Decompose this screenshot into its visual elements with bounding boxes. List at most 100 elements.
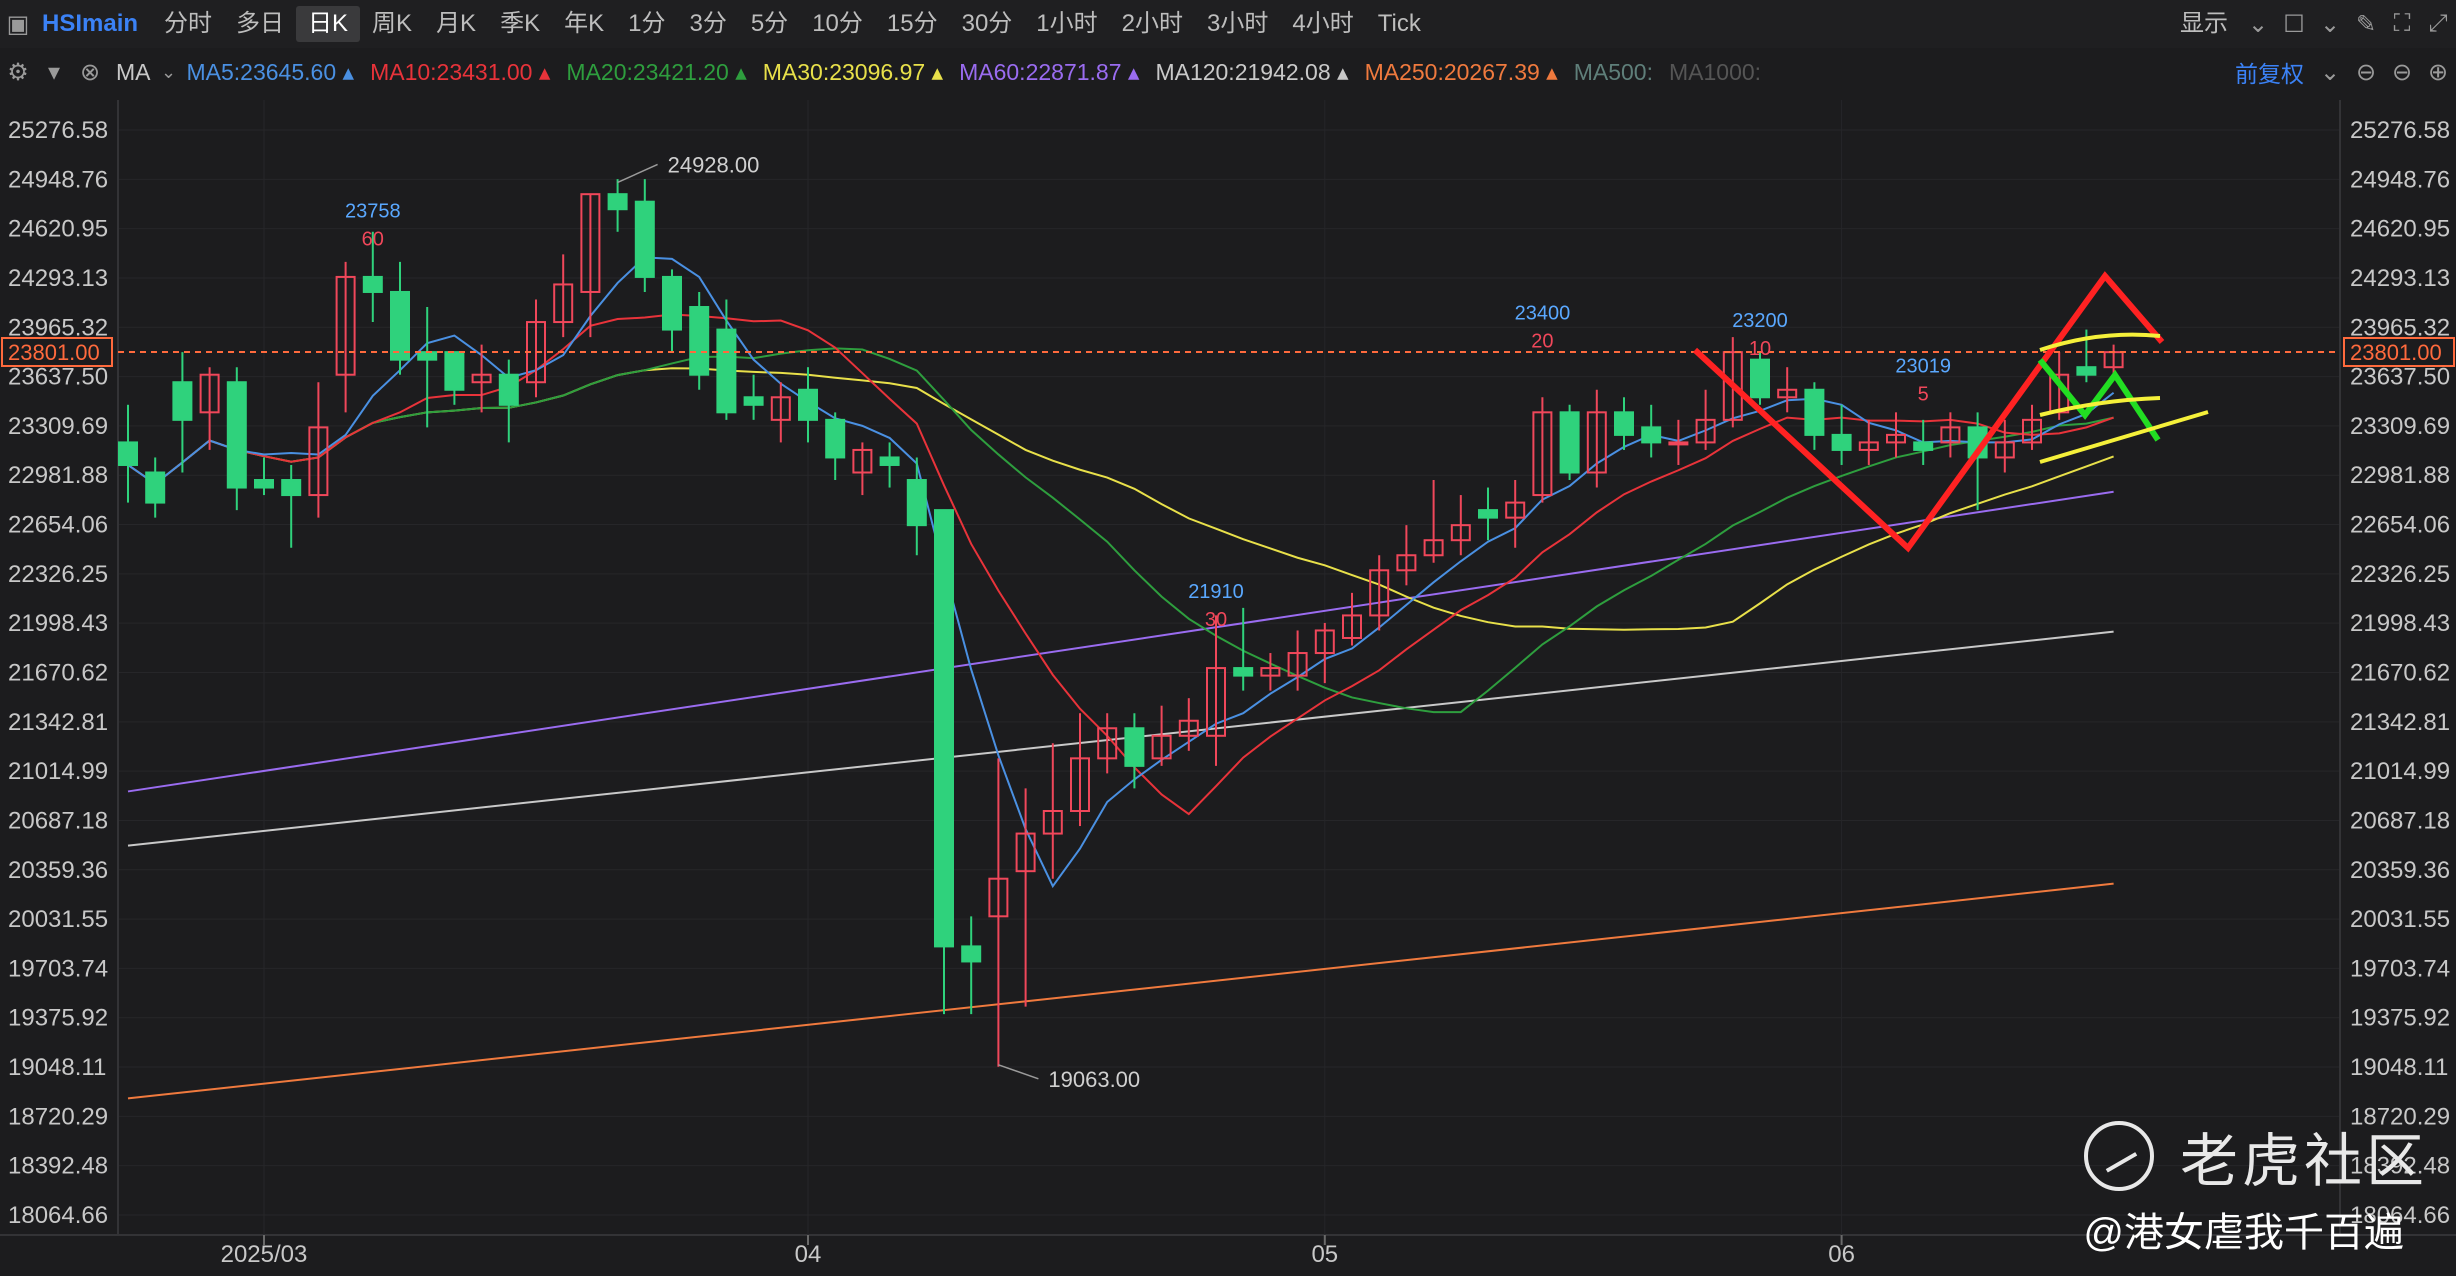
period-tab[interactable]: 4小时	[1280, 6, 1365, 42]
period-tab[interactable]: 1小时	[1024, 6, 1109, 42]
cycle-count-label: 10	[1749, 338, 1771, 360]
candle-body[interactable]	[1668, 441, 1689, 446]
y-tick-label-left: 23309.69	[8, 413, 108, 440]
period-tab[interactable]: 分时	[152, 6, 224, 42]
hide-icon[interactable]: ⊖	[2348, 58, 2384, 87]
indicator-bar: ⚙ ▾ ⊗ MA ⌄ MA5:23645.60 ▴ MA10:23431.00 ▴…	[0, 48, 2456, 96]
candle-body[interactable]	[662, 275, 682, 331]
candle-body[interactable]	[798, 388, 818, 421]
period-tab[interactable]: 2小时	[1110, 6, 1195, 42]
period-tab[interactable]: 周K	[360, 6, 424, 42]
ma-value: MA5:23645.60 ▴	[186, 58, 355, 85]
close-icon[interactable]: ⊗	[72, 58, 108, 87]
period-tab[interactable]: 3分	[677, 6, 738, 42]
candle-body[interactable]	[1614, 411, 1634, 436]
candle-body[interactable]	[390, 290, 410, 361]
period-tab[interactable]: 多日	[224, 6, 296, 42]
candle-body[interactable]	[362, 275, 383, 293]
candle-body[interactable]	[281, 479, 302, 497]
candle-body[interactable]	[1831, 433, 1852, 451]
candle-body[interactable]	[118, 441, 138, 466]
candle-body[interactable]	[634, 200, 655, 278]
period-tab[interactable]: 15分	[875, 6, 950, 42]
candle-body[interactable]	[226, 381, 247, 489]
cycle-count-label: 60	[362, 228, 384, 250]
candle-body[interactable]	[444, 351, 465, 391]
candle-body[interactable]	[743, 396, 764, 406]
y-tick-label-right: 20687.18	[2350, 807, 2450, 834]
period-tab[interactable]: 1分	[616, 6, 677, 42]
ma-value: MA120:21942.08 ▴	[1155, 58, 1349, 85]
ma-value: MA20:23421.20 ▴	[566, 58, 747, 85]
ma-value: MA1000:	[1668, 58, 1762, 85]
candle-body[interactable]	[1641, 426, 1662, 444]
candle-body[interactable]	[1913, 441, 1934, 451]
candle-body[interactable]	[879, 456, 900, 466]
expand-icon[interactable]: ⤢	[2420, 10, 2456, 38]
adjust-select[interactable]: 前复权	[2227, 55, 2312, 89]
period-tab[interactable]: 10分	[800, 6, 875, 42]
candle-body[interactable]	[145, 471, 166, 504]
period-tabs: 分时 多日 日K 周K 月K 季K 年K 1分 3分 5分 10分 15分 30分 1小时 2小时 3小时 4小…	[152, 6, 1433, 42]
period-tab[interactable]: 年K	[552, 6, 616, 42]
y-tick-label-right: 21998.43	[2350, 610, 2450, 637]
period-tab[interactable]: 5分	[739, 6, 800, 42]
period-tab[interactable]: 3小时	[1195, 6, 1280, 42]
candle-body[interactable]	[1559, 411, 1580, 474]
layout-icon[interactable]: ▣	[0, 10, 36, 39]
y-tick-label-right: 24293.13	[2350, 265, 2450, 292]
y-tick-label-left: 20359.36	[8, 857, 108, 884]
x-tick-label: 04	[795, 1241, 822, 1268]
candle-body[interactable]	[1233, 667, 1254, 677]
symbol-label[interactable]: HSImain	[36, 10, 152, 38]
candle-body[interactable]	[498, 373, 519, 406]
last-price-label-left: 23801.00	[8, 340, 100, 365]
candlestick-chart[interactable]: 25276.58 25276.58 24948.76 24948.76 24620.95…	[0, 96, 2456, 1276]
candle-body[interactable]	[1750, 358, 1770, 399]
period-tab[interactable]: 30分	[950, 6, 1025, 42]
period-toolbar: ▣ HSImain 分时 多日 日K 周K 月K 季K 年K 1分 3分 5分 10分 15分 30分 1…	[0, 0, 2456, 48]
gear-icon[interactable]: ⚙	[0, 58, 36, 87]
candle-body[interactable]	[2076, 366, 2097, 376]
chevron-down-icon[interactable]: ⌄	[159, 62, 179, 83]
candle-body[interactable]	[1478, 509, 1498, 519]
square-icon[interactable]: ☐	[2276, 10, 2312, 39]
period-tab[interactable]: 季K	[488, 6, 552, 42]
cycle-price-label: 23019	[1895, 355, 1951, 377]
candle-body[interactable]	[1804, 388, 1825, 436]
cycle-price-label: 23758	[345, 200, 401, 222]
dropdown-icon[interactable]: ▾	[36, 58, 72, 87]
author-label: @港女虐我千百遍	[2083, 1211, 2404, 1255]
x-tick-label: 06	[1828, 1241, 1855, 1268]
period-tab[interactable]: 日K	[296, 6, 361, 42]
candle-body[interactable]	[689, 306, 710, 376]
pen-icon[interactable]: ✎	[2348, 10, 2384, 39]
candle-body[interactable]	[934, 509, 954, 948]
add-icon[interactable]: ⊕	[2420, 58, 2456, 87]
chevron-down-icon[interactable]: ⌄	[2312, 10, 2348, 39]
y-tick-label-right: 23637.50	[2350, 364, 2450, 391]
indicator-name[interactable]: MA	[108, 59, 159, 86]
candle-body[interactable]	[961, 945, 982, 963]
period-tab[interactable]: Tick	[1366, 6, 1433, 42]
candle-body[interactable]	[607, 193, 628, 211]
candle-body[interactable]	[906, 479, 927, 527]
y-tick-label-left: 20031.55	[8, 906, 108, 933]
watermark: 老虎社区	[2083, 1114, 2428, 1198]
y-tick-label-right: 21014.99	[2350, 758, 2450, 785]
fullscreen-icon[interactable]: ⛶	[2384, 10, 2420, 38]
period-tab[interactable]: 月K	[424, 6, 488, 42]
candle-body[interactable]	[1124, 727, 1145, 767]
candle-body[interactable]	[825, 418, 846, 459]
y-tick-label-left: 24620.95	[8, 216, 108, 243]
candle-body[interactable]	[172, 381, 193, 421]
y-tick-label-left: 25276.58	[8, 117, 108, 144]
candle-body[interactable]	[254, 479, 274, 489]
display-menu[interactable]: 显示	[2168, 6, 2240, 42]
candle-body[interactable]	[716, 328, 737, 414]
candle-body[interactable]	[417, 351, 438, 361]
chevron-down-icon[interactable]: ⌄	[2312, 58, 2348, 87]
minus-icon[interactable]: ⊖	[2384, 58, 2420, 87]
chevron-down-icon[interactable]: ⌄	[2240, 10, 2276, 39]
y-tick-label-left: 21670.62	[8, 660, 108, 687]
